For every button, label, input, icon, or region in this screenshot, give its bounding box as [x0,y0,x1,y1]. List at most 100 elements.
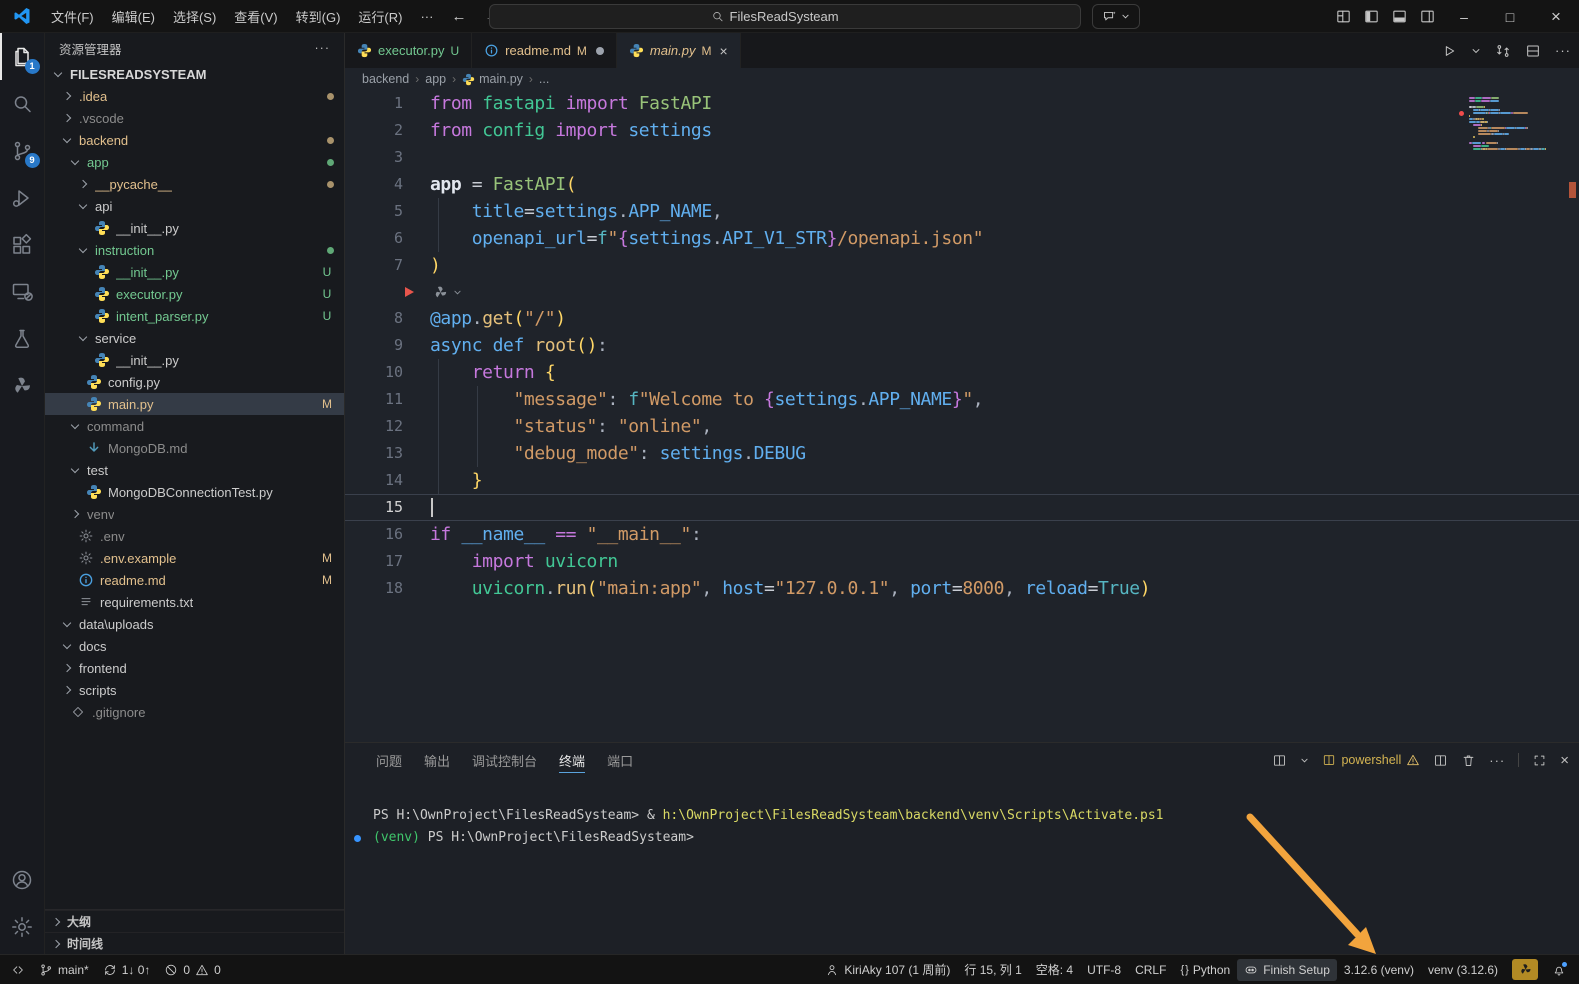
maximize-button[interactable]: □ [1487,0,1533,33]
layout-bottom-icon[interactable] [1391,8,1408,25]
activity-files[interactable]: 1 [0,33,45,80]
panel-tab-端口[interactable]: 端口 [607,743,633,777]
editor-tab-main.py[interactable]: main.pyM× [617,33,741,68]
command-center-search[interactable] [489,4,1081,29]
panel-tab-输出[interactable]: 输出 [424,743,450,777]
menu-item[interactable]: 查看(V) [225,5,286,27]
maximize-panel-icon[interactable] [1532,753,1547,768]
tree-item[interactable]: backend [45,129,344,151]
tree-item[interactable]: config.py [45,371,344,393]
editor-tab-readme.md[interactable]: readme.mdM [472,33,617,68]
tree-item[interactable]: main.pyM [45,393,344,415]
activity-search[interactable] [0,80,45,127]
chevron-down-icon[interactable] [1300,756,1309,765]
layout-left-icon[interactable] [1363,8,1380,25]
layout-bottom-icon[interactable] [1385,0,1413,33]
status-item-CRLF[interactable]: CRLF [1128,959,1173,981]
code-editor[interactable]: 1from fastapi import FastAPI2from config… [345,90,1579,742]
status-item[interactable] [4,959,32,981]
nav-back-icon[interactable]: ← [442,8,475,25]
layout-grid-icon[interactable] [1329,0,1357,33]
pinwheel-icon[interactable] [432,284,449,301]
close-button[interactable]: × [1533,0,1579,33]
menu-item[interactable]: 文件(F) [42,5,103,27]
panel-tab-调试控制台[interactable]: 调试控制台 [472,743,537,777]
chevdown-icon[interactable] [1471,46,1481,56]
status-item[interactable] [1545,959,1573,981]
tree-item[interactable]: MongoDBConnectionTest.py [45,481,344,503]
tree-item[interactable]: test [45,459,344,481]
tree-item[interactable]: data\uploads [45,613,344,635]
tree-item[interactable]: .vscode [45,107,344,129]
activity-gear[interactable] [0,903,45,950]
tree-item[interactable]: frontend [45,657,344,679]
play-icon[interactable] [1441,43,1457,59]
status-item-KiriAky 107 (1 周前)[interactable]: KiriAky 107 (1 周前) [818,959,957,981]
status-item-空格: 4[interactable]: 空格: 4 [1029,959,1080,981]
status-item-3.12.6 (venv)[interactable]: 3.12.6 (venv) [1337,959,1421,981]
split-icon[interactable] [1433,753,1448,768]
panel-tab-终端[interactable]: 终端 [559,743,585,777]
status-item-UTF-8[interactable]: UTF-8 [1080,959,1128,981]
tree-item[interactable]: __init__.py [45,217,344,239]
tree-item[interactable]: .env.exampleM [45,547,344,569]
activity-test[interactable] [0,315,45,362]
sidebar-section-时间线[interactable]: 时间线 [45,932,344,954]
status-item-1↓ 0↑[interactable]: 1↓ 0↑ [96,959,158,981]
editor-more-actions-icon[interactable]: ··· [1555,43,1571,58]
activity-scm[interactable]: 9 [0,127,45,174]
chevdown-icon[interactable] [453,288,462,297]
tree-item[interactable]: docs [45,635,344,657]
tree-item[interactable]: service [45,327,344,349]
layout-right-icon[interactable] [1419,8,1436,25]
status-item-main*[interactable]: main* [32,959,96,981]
tree-item[interactable]: scripts [45,679,344,701]
menu-item[interactable]: 编辑(E) [103,5,164,27]
breadcrumb-item[interactable]: backend [362,72,409,86]
tree-item[interactable]: requirements.txt [45,591,344,613]
trash-icon[interactable] [1461,753,1476,768]
activity-extensions[interactable] [0,221,45,268]
search-input[interactable] [730,9,860,24]
spliteditor-icon[interactable] [1525,43,1541,59]
tree-item[interactable]: __init__.pyU [45,261,344,283]
split-terminal-icon[interactable] [1272,753,1287,768]
layout-grid-icon[interactable] [1335,8,1352,25]
activity-pinwheel[interactable] [0,362,45,409]
tree-item[interactable]: MongoDB.md [45,437,344,459]
sidebar-section-大纲[interactable]: 大纲 [45,910,344,932]
more-actions-icon[interactable]: ··· [1489,753,1505,768]
activity-remote[interactable] [0,268,45,315]
tree-item[interactable]: app [45,151,344,173]
menu-item[interactable]: 运行(R) [349,5,411,27]
activity-debug[interactable] [0,174,45,221]
minimize-button[interactable]: – [1441,0,1487,33]
layout-right-icon[interactable] [1413,0,1441,33]
breadcrumb-item[interactable]: ... [539,72,549,86]
tree-item[interactable]: .env [45,525,344,547]
layout-left-icon[interactable] [1357,0,1385,33]
breadcrumb[interactable]: backend›app›main.py›... [345,68,1579,90]
tree-item[interactable]: venv [45,503,344,525]
tree-item[interactable]: readme.mdM [45,569,344,591]
tree-item[interactable]: __init__.py [45,349,344,371]
menu-item[interactable]: 选择(S) [164,5,225,27]
explorer-more-actions-icon[interactable]: ··· [315,41,331,55]
terminal-output[interactable]: PS H:\OwnProject\FilesReadSysteam> & h:\… [345,777,1579,849]
tree-root[interactable]: FILESREADSYSTEAM [45,63,344,85]
close-tab-icon[interactable]: × [719,43,727,59]
breadcrumb-item[interactable]: app [425,72,446,86]
tree-item[interactable]: api [45,195,344,217]
menu-item[interactable]: 转到(G) [287,5,350,27]
status-item-Python[interactable]: { }Python [1173,959,1237,981]
compare-icon[interactable] [1495,43,1511,59]
tree-item[interactable]: intent_parser.pyU [45,305,344,327]
breadcrumb-item[interactable]: main.py [462,72,523,86]
status-item[interactable] [1505,959,1545,981]
activity-account[interactable] [0,856,45,903]
tree-item[interactable]: executor.pyU [45,283,344,305]
tree-item[interactable]: .idea [45,85,344,107]
copilot-chat-button[interactable] [1092,4,1140,29]
terminal-instance[interactable]: powershell [1322,753,1420,767]
editor-tab-executor.py[interactable]: executor.pyU [345,33,472,68]
